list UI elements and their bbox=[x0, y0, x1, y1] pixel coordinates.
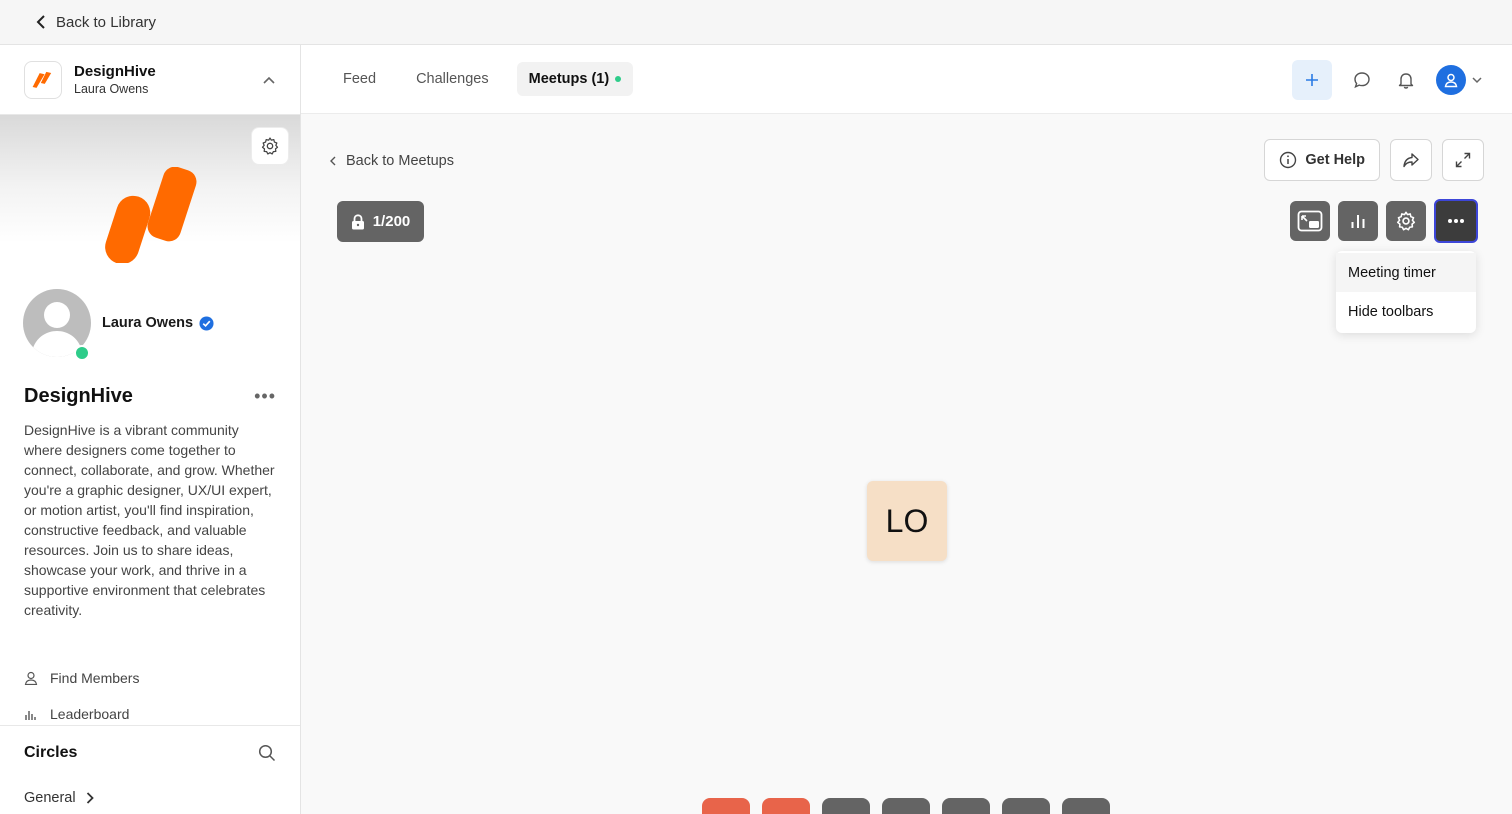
control-button[interactable] bbox=[882, 798, 930, 814]
designhive-large-logo bbox=[105, 167, 197, 263]
bar-chart-icon bbox=[1351, 215, 1365, 228]
leaderboard-label: Leaderboard bbox=[50, 706, 130, 722]
search-icon[interactable] bbox=[258, 744, 276, 762]
meeting-settings-button[interactable] bbox=[1386, 201, 1426, 241]
screen-share-button[interactable] bbox=[1290, 201, 1330, 241]
community-banner bbox=[0, 115, 300, 275]
top-bar: Back to Library bbox=[0, 0, 1512, 45]
share-button[interactable] bbox=[1390, 139, 1432, 181]
banner-settings-button[interactable] bbox=[252, 128, 288, 164]
control-button[interactable] bbox=[762, 798, 810, 814]
more-options-icon[interactable]: ••• bbox=[254, 386, 276, 407]
circles-title: Circles bbox=[24, 744, 78, 761]
info-icon bbox=[1280, 151, 1297, 169]
control-button[interactable] bbox=[822, 798, 870, 814]
participant-tile[interactable]: LO bbox=[867, 481, 947, 561]
chat-bubble-icon bbox=[1354, 72, 1370, 89]
menu-item-hide-toolbars[interactable]: Hide toolbars bbox=[1336, 292, 1476, 331]
meeting-controls-bar bbox=[702, 798, 1110, 814]
participants-badge: 1/200 bbox=[337, 201, 424, 242]
avatar[interactable] bbox=[23, 289, 91, 361]
community-name: DesignHive bbox=[74, 63, 156, 80]
main-header: Feed Challenges Meetups (1) bbox=[301, 45, 1512, 114]
circle-item-general[interactable]: General bbox=[24, 790, 276, 806]
create-button[interactable] bbox=[1292, 60, 1332, 100]
expand-icon bbox=[1455, 152, 1471, 168]
live-indicator-dot bbox=[615, 76, 622, 82]
plus-icon bbox=[1306, 74, 1318, 86]
stats-button[interactable] bbox=[1338, 201, 1378, 241]
back-to-meetups-label: Back to Meetups bbox=[346, 153, 454, 169]
lock-icon bbox=[351, 213, 364, 229]
chevron-down-icon[interactable] bbox=[1472, 76, 1482, 84]
more-options-menu: Meeting timer Hide toolbars bbox=[1336, 251, 1476, 333]
tab-challenges[interactable]: Challenges bbox=[404, 62, 501, 96]
profile-row[interactable]: Laura Owens bbox=[0, 289, 300, 361]
online-status-dot bbox=[74, 345, 90, 361]
community-title: DesignHive bbox=[24, 385, 133, 407]
community-user-name: Laura Owens bbox=[74, 82, 149, 96]
circle-item-label: General bbox=[24, 790, 76, 806]
chevron-left-icon bbox=[330, 156, 336, 166]
share-arrow-icon bbox=[1403, 153, 1419, 168]
back-to-library-link[interactable]: Back to Library bbox=[36, 14, 156, 31]
gear-icon bbox=[1396, 211, 1416, 231]
screen-share-icon bbox=[1297, 210, 1323, 232]
tab-feed[interactable]: Feed bbox=[331, 62, 388, 96]
control-button[interactable] bbox=[1062, 798, 1110, 814]
back-to-library-label: Back to Library bbox=[56, 13, 157, 31]
ellipsis-icon bbox=[1448, 219, 1464, 223]
tab-label: Meetups (1) bbox=[528, 71, 610, 87]
community-sidebar: DesignHive Laura Owens Laura Owens Desig… bbox=[0, 45, 301, 814]
notifications-button[interactable] bbox=[1392, 66, 1420, 94]
community-logo bbox=[24, 60, 62, 99]
control-button[interactable] bbox=[702, 798, 750, 814]
circles-section: Circles General bbox=[0, 725, 300, 806]
designhive-logo-icon bbox=[32, 71, 52, 88]
user-icon bbox=[1444, 73, 1458, 88]
bar-chart-icon bbox=[25, 711, 36, 720]
community-description: DesignHive is a vibrant community where … bbox=[24, 422, 275, 618]
user-icon bbox=[24, 671, 38, 685]
gear-icon bbox=[261, 137, 279, 155]
profile-name: Laura Owens bbox=[102, 315, 194, 331]
find-members-label: Find Members bbox=[50, 670, 140, 686]
meetup-stage: Back to Meetups Get Help 1/200 Meeting t… bbox=[301, 114, 1512, 814]
tab-meetups[interactable]: Meetups (1) bbox=[516, 62, 634, 96]
chevron-up-icon[interactable] bbox=[262, 75, 276, 85]
control-button[interactable] bbox=[942, 798, 990, 814]
fullscreen-button[interactable] bbox=[1442, 139, 1484, 181]
find-members-link[interactable]: Find Members bbox=[24, 660, 276, 696]
messages-button[interactable] bbox=[1348, 66, 1376, 94]
tab-label: Feed bbox=[343, 71, 377, 87]
chevron-left-icon bbox=[36, 15, 45, 29]
community-switcher[interactable]: DesignHive Laura Owens bbox=[0, 45, 300, 115]
verified-badge-icon bbox=[199, 315, 214, 331]
bell-icon bbox=[1398, 73, 1414, 89]
chevron-right-icon bbox=[86, 792, 94, 804]
get-help-button[interactable]: Get Help bbox=[1264, 139, 1380, 181]
control-button[interactable] bbox=[1002, 798, 1050, 814]
back-to-meetups-link[interactable]: Back to Meetups bbox=[330, 153, 454, 169]
participants-count: 1/200 bbox=[372, 213, 411, 230]
menu-item-meeting-timer[interactable]: Meeting timer bbox=[1336, 253, 1476, 292]
tab-label: Challenges bbox=[416, 71, 489, 87]
user-menu-avatar[interactable] bbox=[1436, 65, 1466, 95]
more-options-button[interactable] bbox=[1434, 199, 1478, 243]
get-help-label: Get Help bbox=[1305, 152, 1365, 168]
